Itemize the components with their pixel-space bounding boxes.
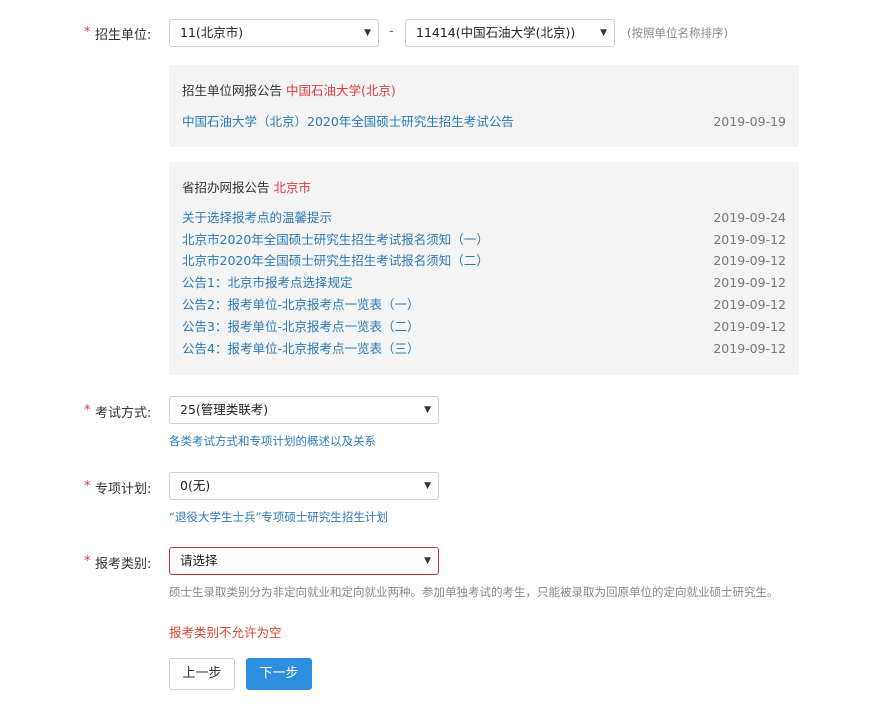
notice-row: 公告4：报考单位-北京报考点一览表（三） 2019-09-12 <box>182 339 786 359</box>
chevron-down-icon: ▼ <box>364 28 371 38</box>
notice-row: 公告3：报考单位-北京报考点一览表（二） 2019-09-12 <box>182 317 786 337</box>
special-plan-select[interactable]: 0(无) ▼ <box>169 472 439 500</box>
school-select-value: 11414(中国石油大学(北京)) <box>416 25 576 40</box>
province-notice-title-prefix: 省招办网报公告 <box>182 180 270 195</box>
province-select-value: 11(北京市) <box>180 25 244 40</box>
province-notice-title: 省招办网报公告 北京市 <box>182 177 311 196</box>
notice-date: 2019-09-12 <box>713 232 786 247</box>
special-plan-select-value: 0(无) <box>180 478 211 493</box>
notice-row: 关于选择报考点的温馨提示 2019-09-24 <box>182 208 786 228</box>
category-description: 硕士生录取类别分为非定向就业和定向就业两种。参加单独考试的考生，只能被录取为回原… <box>169 585 779 599</box>
required-mark: * <box>84 403 91 418</box>
exam-mode-label: 考试方式: <box>95 406 152 421</box>
notice-date: 2019-09-19 <box>713 114 786 129</box>
required-mark: * <box>84 554 91 569</box>
notice-link[interactable]: 公告1：北京市报考点选择规定 <box>182 273 352 293</box>
chevron-down-icon: ▼ <box>600 28 607 38</box>
prev-step-button[interactable]: 上一步 <box>169 658 235 690</box>
school-select[interactable]: 11414(中国石油大学(北京)) ▼ <box>405 19 615 47</box>
notice-date: 2019-09-12 <box>713 275 786 290</box>
school-notice-panel: 招生单位网报公告 中国石油大学(北京) 中国石油大学（北京）2020年全国硕士研… <box>169 65 799 147</box>
notice-link[interactable]: 中国石油大学（北京）2020年全国硕士研究生招生考试公告 <box>182 112 514 132</box>
chevron-down-icon: ▼ <box>424 405 431 415</box>
notice-link[interactable]: 公告2：报考单位-北京报考点一览表（一） <box>182 295 419 315</box>
province-select[interactable]: 11(北京市) ▼ <box>169 19 379 47</box>
notice-date: 2019-09-12 <box>713 297 786 312</box>
sort-hint: (按照单位名称排序) <box>627 26 728 40</box>
province-notice-panel: 省招办网报公告 北京市 关于选择报考点的温馨提示 2019-09-24 北京市2… <box>169 162 799 375</box>
unit-label: 招生单位: <box>95 28 152 43</box>
notice-row: 公告1：北京市报考点选择规定 2019-09-12 <box>182 273 786 293</box>
category-select-value: 请选择 <box>180 553 218 568</box>
notice-link[interactable]: 北京市2020年全国硕士研究生招生考试报名须知（二） <box>182 251 489 271</box>
range-dash: - <box>389 24 394 39</box>
school-notice-title: 招生单位网报公告 中国石油大学(北京) <box>182 80 396 99</box>
school-notice-title-prefix: 招生单位网报公告 <box>182 83 283 98</box>
notice-row: 北京市2020年全国硕士研究生招生考试报名须知（二） 2019-09-12 <box>182 251 786 271</box>
notice-row: 北京市2020年全国硕士研究生招生考试报名须知（一） 2019-09-12 <box>182 230 786 250</box>
category-error-message: 报考类别不允许为空 <box>169 625 282 640</box>
notice-date: 2019-09-12 <box>713 319 786 334</box>
province-notice-province-name: 北京市 <box>273 180 312 195</box>
notice-date: 2019-09-12 <box>713 341 786 356</box>
school-notice-school-name: 中国石油大学(北京) <box>286 83 396 98</box>
next-step-button[interactable]: 下一步 <box>246 658 312 690</box>
special-plan-label: 专项计划: <box>95 482 152 497</box>
notice-link[interactable]: 北京市2020年全国硕士研究生招生考试报名须知（一） <box>182 230 489 250</box>
required-mark: * <box>84 479 91 494</box>
category-select[interactable]: 请选择 ▼ <box>169 547 439 575</box>
required-mark: * <box>84 25 91 40</box>
special-plan-link[interactable]: “退役大学生士兵”专项硕士研究生招生计划 <box>169 509 388 525</box>
notice-date: 2019-09-24 <box>713 210 786 225</box>
chevron-down-icon: ▼ <box>424 556 431 566</box>
category-label: 报考类别: <box>95 557 152 572</box>
exam-mode-select[interactable]: 25(管理类联考) ▼ <box>169 396 439 424</box>
notice-row: 公告2：报考单位-北京报考点一览表（一） 2019-09-12 <box>182 295 786 315</box>
notice-link[interactable]: 公告3：报考单位-北京报考点一览表（二） <box>182 317 419 337</box>
exam-mode-overview-link[interactable]: 各类考试方式和专项计划的概述以及关系 <box>169 433 376 449</box>
notice-link[interactable]: 公告4：报考单位-北京报考点一览表（三） <box>182 339 419 359</box>
chevron-down-icon: ▼ <box>424 481 431 491</box>
notice-link[interactable]: 关于选择报考点的温馨提示 <box>182 208 332 228</box>
notice-date: 2019-09-12 <box>713 253 786 268</box>
exam-mode-select-value: 25(管理类联考) <box>180 402 269 417</box>
notice-row: 中国石油大学（北京）2020年全国硕士研究生招生考试公告 2019-09-19 <box>182 112 786 132</box>
